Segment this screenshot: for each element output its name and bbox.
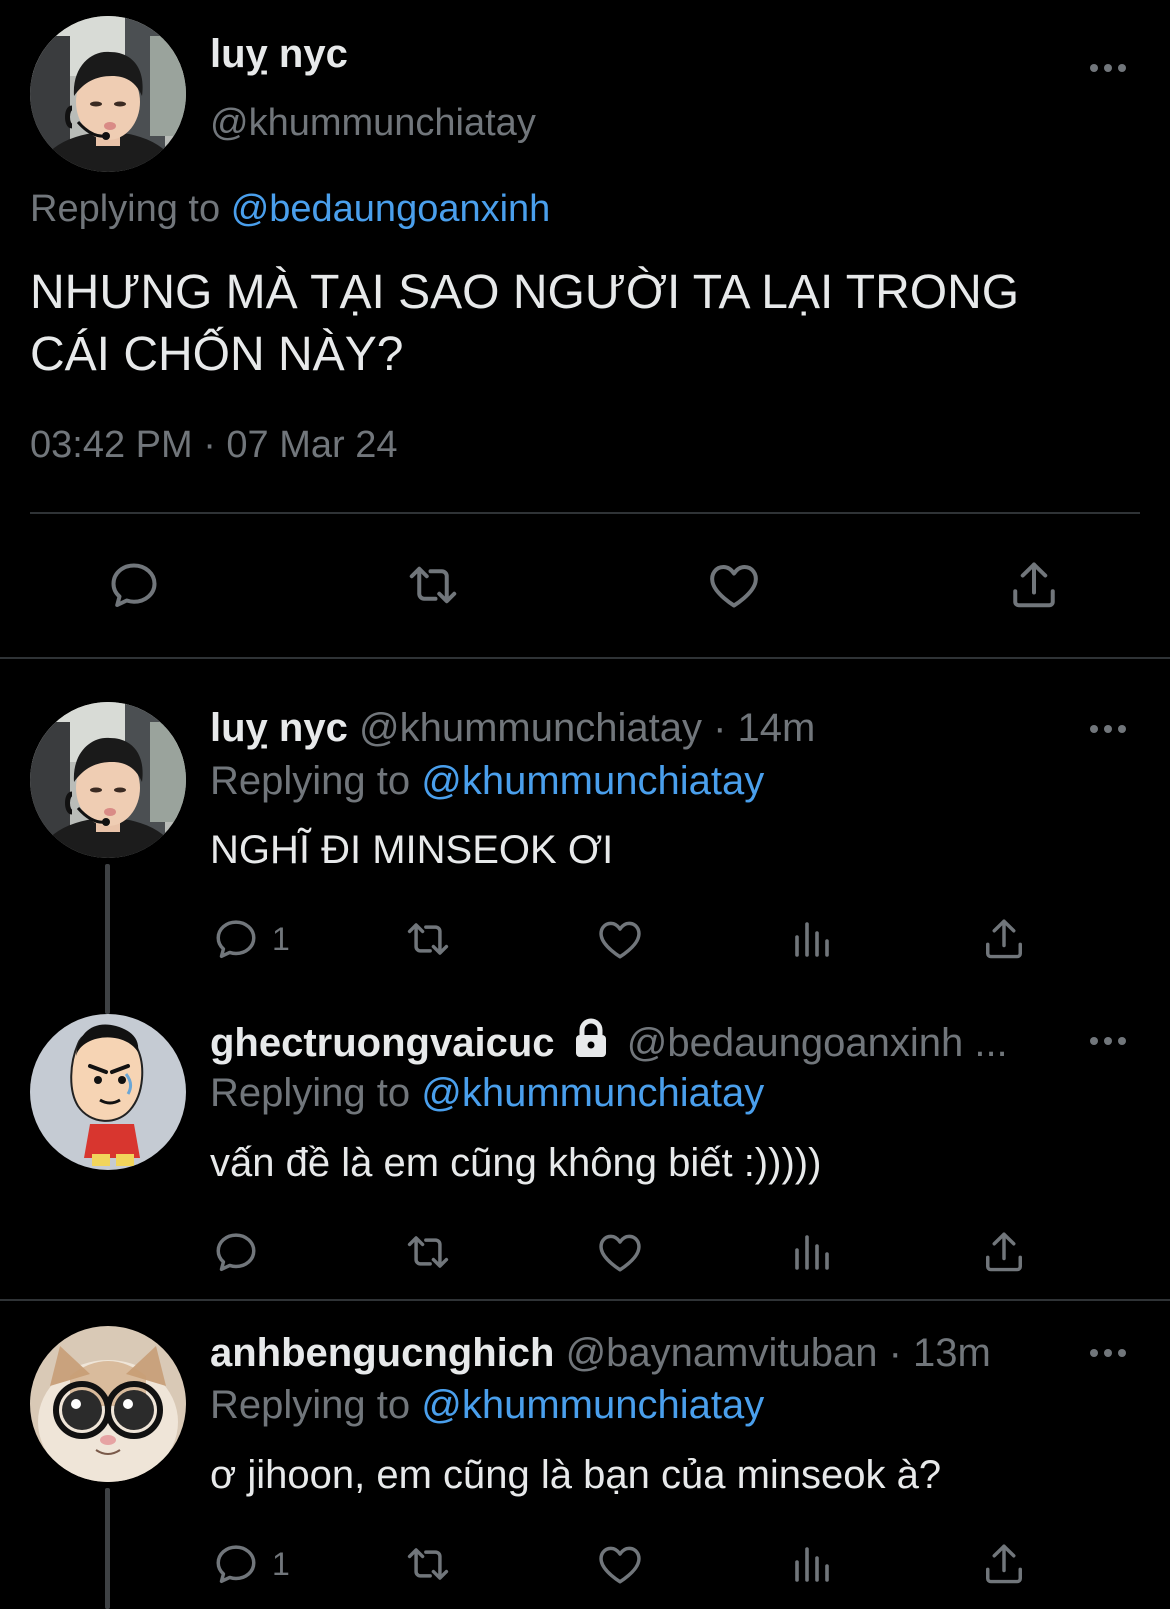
share-button[interactable] xyxy=(978,1538,1030,1590)
speech-bubble-icon xyxy=(210,1226,262,1278)
retweet-icon xyxy=(400,1226,456,1278)
retweet-button[interactable] xyxy=(400,1538,456,1590)
reply-button[interactable]: 1 xyxy=(210,1538,290,1590)
like-button[interactable] xyxy=(594,1538,646,1590)
avatar[interactable] xyxy=(30,1014,186,1170)
replying-to-label: Replying to xyxy=(210,1383,411,1427)
user-handle[interactable]: @bedaungoanxinh ... xyxy=(627,1021,1008,1065)
bar-chart-icon xyxy=(788,1538,836,1590)
like-button[interactable] xyxy=(704,555,764,615)
replying-to-handle-link[interactable]: @khummunchiatay xyxy=(421,759,764,803)
speech-bubble-icon xyxy=(210,913,262,965)
share-button[interactable] xyxy=(978,913,1030,965)
tweet-timestamp[interactable]: 03:42 PM · 07 Mar 24 xyxy=(30,422,398,468)
bar-chart-icon xyxy=(788,913,836,965)
reply-text: NGHĨ ĐI MINSEOK ƠI xyxy=(210,828,614,872)
tweet-text-line-2: CÁI CHỐN NÀY? xyxy=(30,328,404,381)
replying-to-line: Replying to @khummunchiatay xyxy=(210,757,764,805)
share-upload-icon xyxy=(1004,555,1064,615)
share-button[interactable] xyxy=(978,1226,1030,1278)
retweet-icon xyxy=(400,555,466,615)
more-options-ellipsis-icon[interactable] xyxy=(1086,53,1130,83)
reply-text: ơ jihoon, em cũng là bạn của minseok à? xyxy=(210,1453,942,1497)
replying-to-line: Replying to @bedaungoanxinh xyxy=(30,186,550,232)
thread-connector-line xyxy=(105,1488,110,1609)
replying-to-line: Replying to @khummunchiatay xyxy=(210,1069,764,1117)
share-upload-icon xyxy=(978,1538,1030,1590)
section-divider xyxy=(0,1299,1170,1301)
reply-count: 1 xyxy=(272,920,290,957)
heart-icon xyxy=(594,1538,646,1590)
display-name[interactable]: anhbengucnghich xyxy=(210,1331,554,1375)
divider xyxy=(30,512,1140,514)
user-handle[interactable]: @khummunchiatay xyxy=(210,100,536,146)
more-options-ellipsis-icon[interactable] xyxy=(1086,1338,1130,1368)
reply-button[interactable] xyxy=(104,555,164,615)
reply-time: · 13m xyxy=(888,1331,991,1375)
speech-bubble-icon xyxy=(210,1538,262,1590)
display-name[interactable]: luỵ nyc xyxy=(210,706,348,750)
replying-to-handle-link[interactable]: @khummunchiatay xyxy=(421,1383,764,1427)
reply-header: anhbengucnghich @baynamvituban · 13m xyxy=(210,1329,991,1377)
more-options-ellipsis-icon[interactable] xyxy=(1086,1026,1130,1056)
avatar[interactable] xyxy=(30,1326,186,1482)
reply-time: · 14m xyxy=(713,706,816,750)
bar-chart-icon xyxy=(788,1226,836,1278)
retweet-icon xyxy=(400,1538,456,1590)
reply-count: 1 xyxy=(272,1545,290,1582)
avatar[interactable] xyxy=(30,702,186,858)
share-upload-icon xyxy=(978,913,1030,965)
more-options-ellipsis-icon[interactable] xyxy=(1086,714,1130,744)
replying-to-handle-link[interactable]: @khummunchiatay xyxy=(421,1071,764,1115)
thread-connector-line xyxy=(105,864,110,1014)
reply-header: ghectruongvaicuc @bedaungoanxinh ... xyxy=(210,1018,1008,1069)
analytics-button[interactable] xyxy=(788,913,836,965)
reply-button[interactable] xyxy=(210,1226,272,1278)
heart-icon xyxy=(594,1226,646,1278)
replying-to-label: Replying to xyxy=(210,1071,411,1115)
reply-text: vấn đề là em cũng không biết :))))) xyxy=(210,1141,822,1185)
replying-to-label: Replying to xyxy=(30,188,221,230)
heart-icon xyxy=(704,555,764,615)
tweet-text: NHƯNG MÀ TẠI SAO NGƯỜI TA LẠI TRONG CÁI … xyxy=(30,262,1019,386)
user-handle[interactable]: @baynamvituban xyxy=(566,1331,878,1375)
analytics-button[interactable] xyxy=(788,1226,836,1278)
display-name[interactable]: luỵ nyc xyxy=(210,30,348,78)
share-upload-icon xyxy=(978,1226,1030,1278)
user-handle[interactable]: @khummunchiatay xyxy=(359,706,702,750)
share-button[interactable] xyxy=(1004,555,1064,615)
analytics-button[interactable] xyxy=(788,1538,836,1590)
avatar[interactable] xyxy=(30,16,186,172)
replying-to-label: Replying to xyxy=(210,759,411,803)
retweet-button[interactable] xyxy=(400,913,456,965)
like-button[interactable] xyxy=(594,1226,646,1278)
retweet-button[interactable] xyxy=(400,555,466,615)
reply-header: luỵ nyc @khummunchiatay · 14m xyxy=(210,704,815,752)
speech-bubble-icon xyxy=(104,555,164,615)
like-button[interactable] xyxy=(594,913,646,965)
section-divider xyxy=(0,657,1170,659)
lock-icon xyxy=(572,1018,610,1069)
tweet-text-line-1: NHƯNG MÀ TẠI SAO NGƯỜI TA LẠI TRONG xyxy=(30,266,1020,319)
replying-to-line: Replying to @khummunchiatay xyxy=(210,1381,764,1429)
heart-icon xyxy=(594,913,646,965)
reply-button[interactable]: 1 xyxy=(210,913,290,965)
retweet-button[interactable] xyxy=(400,1226,456,1278)
retweet-icon xyxy=(400,913,456,965)
display-name[interactable]: ghectruongvaicuc xyxy=(210,1021,555,1065)
replying-to-handle-link[interactable]: @bedaungoanxinh xyxy=(231,188,551,230)
